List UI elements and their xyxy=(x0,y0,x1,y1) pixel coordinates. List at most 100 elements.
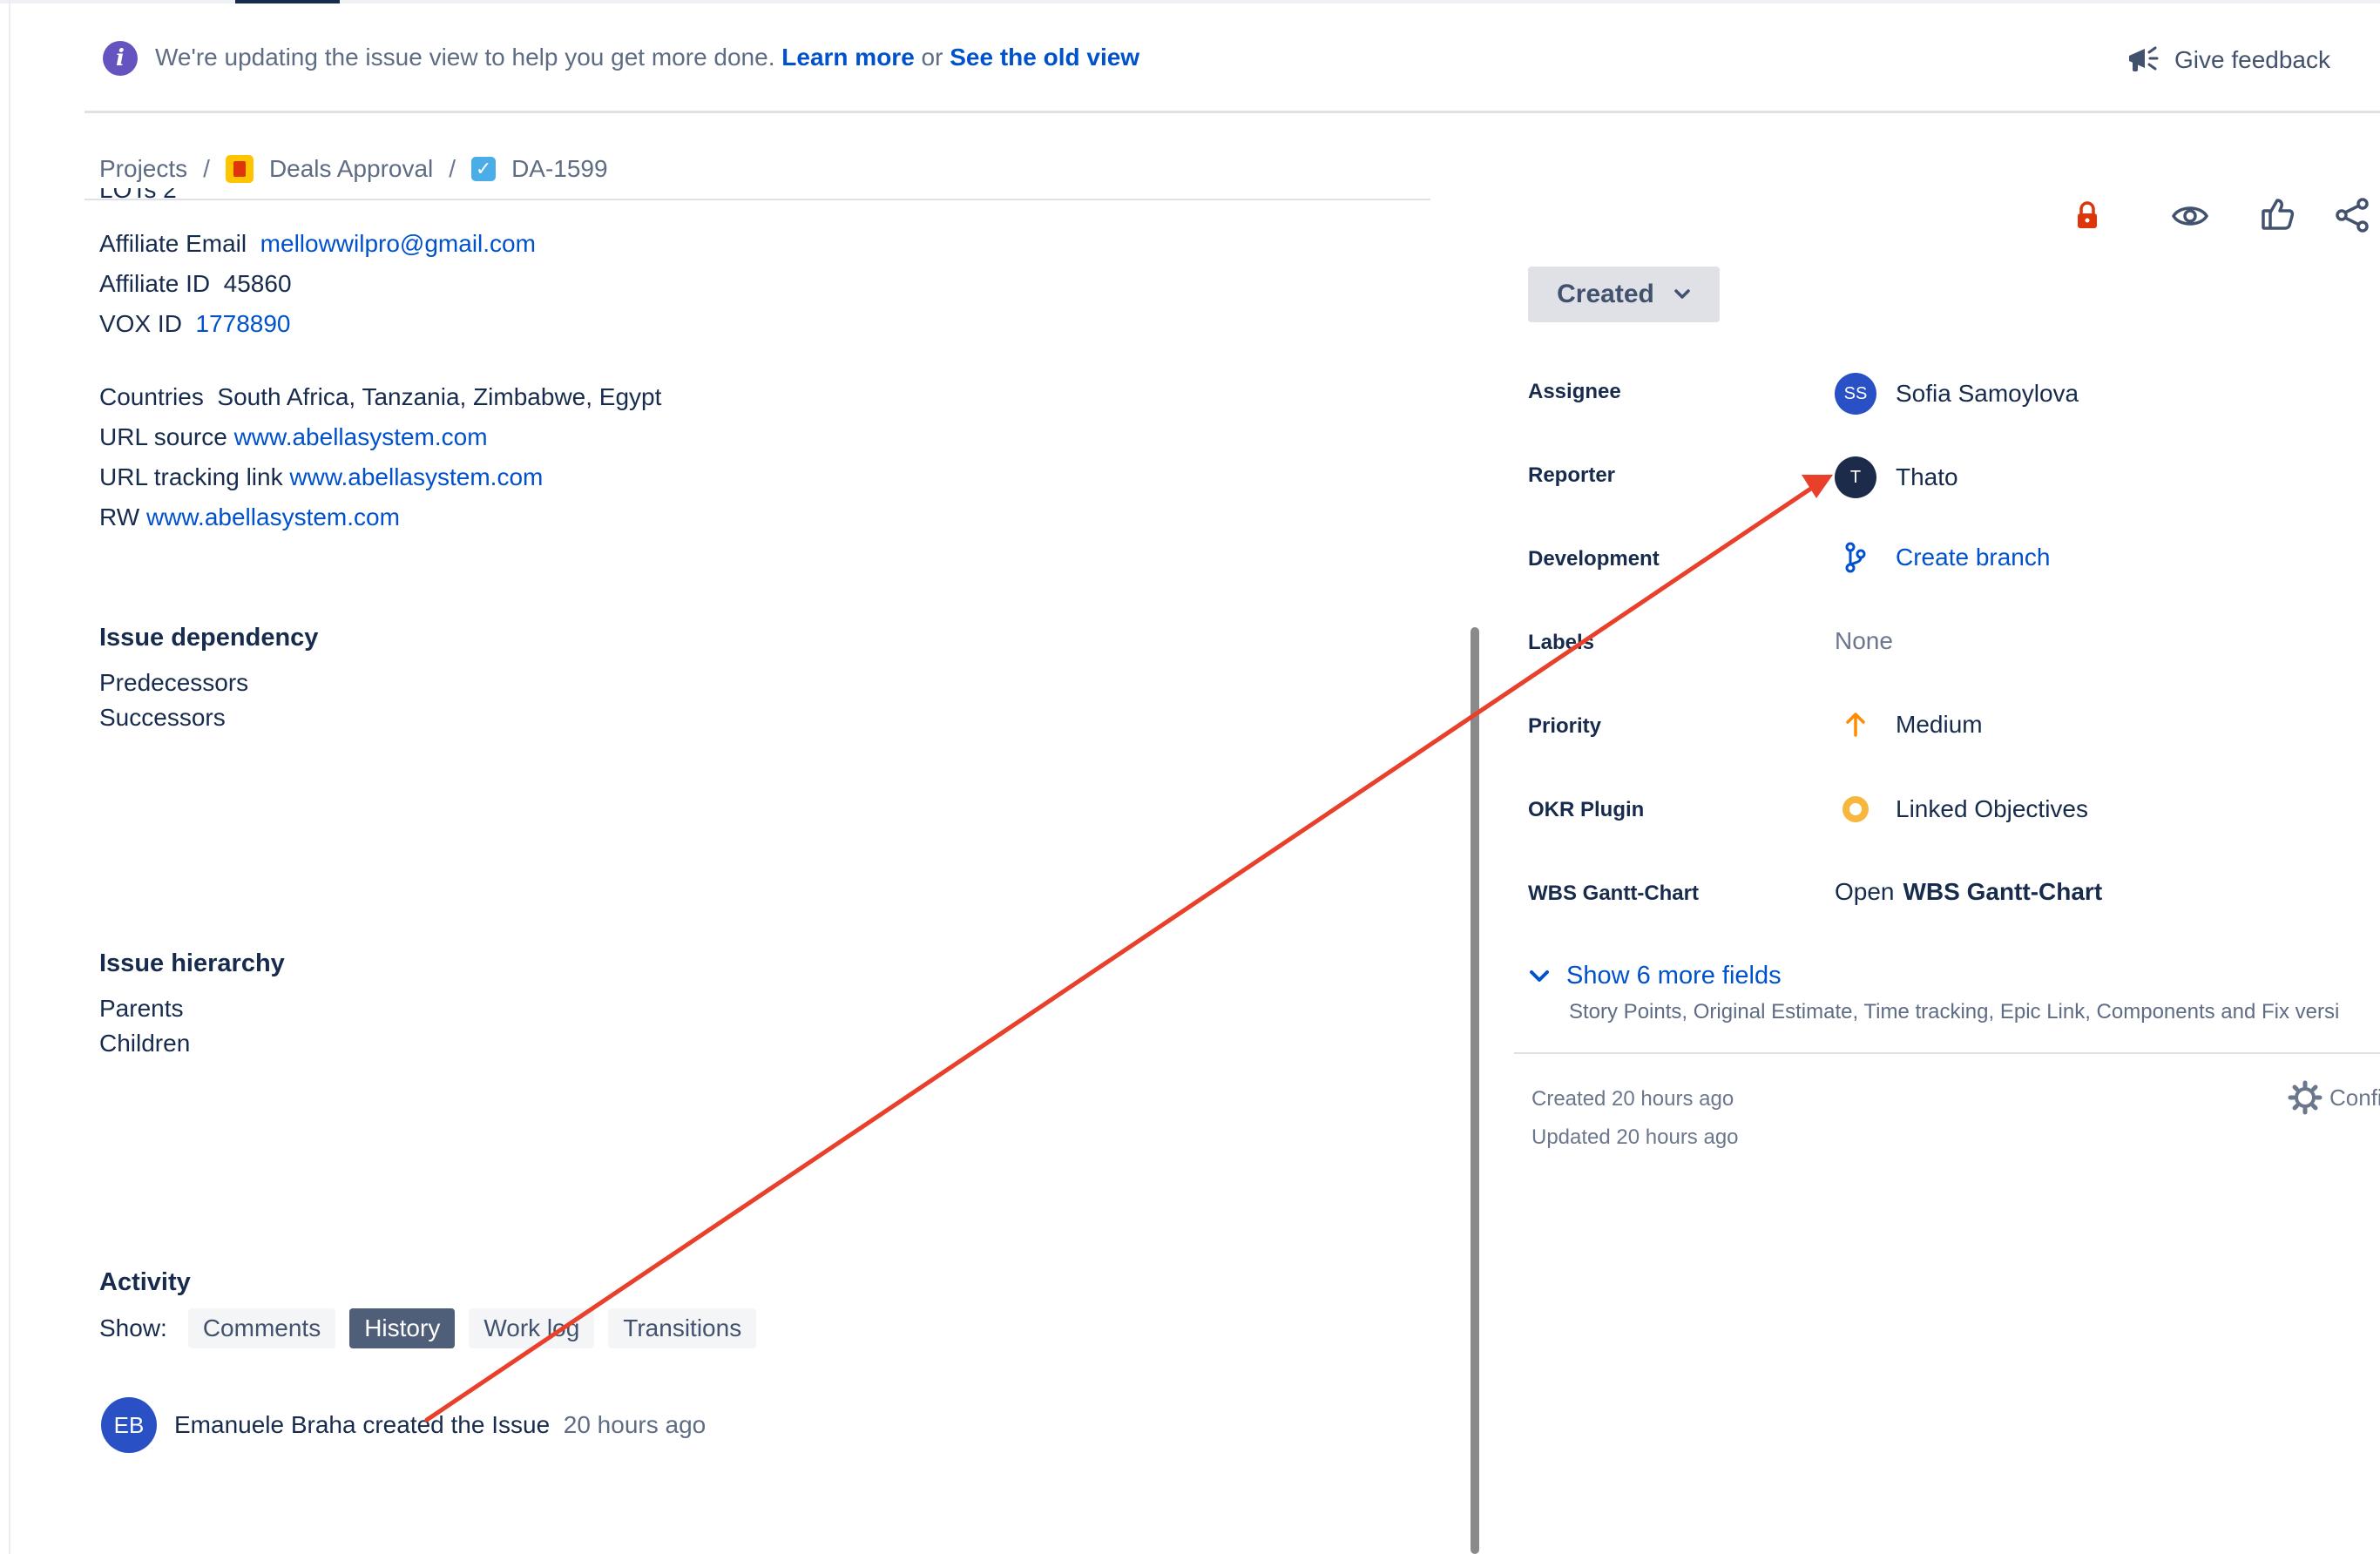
details-divider xyxy=(1514,1052,2380,1054)
give-feedback-label: Give feedback xyxy=(2174,46,2330,73)
tab-transitions[interactable]: Transitions xyxy=(608,1308,757,1348)
priority-value[interactable]: Medium xyxy=(1835,707,1983,742)
created-timestamp: Created 20 hours ago xyxy=(1531,1087,1734,1111)
labels-value[interactable]: None xyxy=(1835,627,1893,655)
breadcrumb-project[interactable]: Deals Approval xyxy=(269,155,433,183)
issue-dependency-title: Issue dependency xyxy=(99,624,319,652)
wbs-gantt-name: WBS Gantt-Chart xyxy=(1903,878,2103,905)
give-feedback-button[interactable]: Give feedback xyxy=(2126,44,2330,77)
avatar: SS xyxy=(1835,373,1876,415)
activity-title: Activity xyxy=(99,1268,191,1296)
old-view-link[interactable]: See the old view xyxy=(950,44,1139,71)
gear-icon xyxy=(2288,1080,2323,1115)
okr-plugin-value[interactable]: Linked Objectives xyxy=(1835,791,2088,828)
tab-history[interactable]: History xyxy=(349,1308,456,1348)
breadcrumb-separator: / xyxy=(203,155,210,182)
rw-label: RW xyxy=(99,503,140,530)
countries-label: Countries xyxy=(99,383,204,410)
url-tracking-label: URL tracking link xyxy=(99,463,283,490)
share-icon[interactable] xyxy=(2335,197,2370,233)
affiliate-email-label: Affiliate Email xyxy=(99,230,247,257)
affiliate-email-row: Affiliate Email mellowwilpro@gmail.com xyxy=(99,230,536,258)
tab-comments[interactable]: Comments xyxy=(187,1308,336,1348)
priority-name: Medium xyxy=(1896,711,1983,738)
history-object: Issue xyxy=(491,1411,551,1438)
children-label: Children xyxy=(99,1030,191,1057)
show-more-fields-button[interactable]: Show 6 more fields xyxy=(1528,962,1782,990)
reporter-value[interactable]: T Thato xyxy=(1835,456,1958,498)
activity-show-label: Show: xyxy=(99,1314,167,1341)
banner-message: We're updating the issue view to help yo… xyxy=(155,44,775,71)
vox-id-label: VOX ID xyxy=(99,310,182,337)
breadcrumb-issue-key[interactable]: DA-1599 xyxy=(511,155,608,183)
predecessors-label: Predecessors xyxy=(99,669,249,696)
parents-label: Parents xyxy=(99,995,184,1022)
wbs-gantt-prefix: Open xyxy=(1835,878,1895,905)
watch-eye-icon[interactable] xyxy=(2171,199,2209,233)
target-ring-icon xyxy=(1842,796,1869,822)
avatar[interactable]: EB xyxy=(101,1397,157,1453)
breadcrumb-divider xyxy=(85,199,1430,200)
vox-id-link[interactable]: 1778890 xyxy=(195,310,290,337)
url-source-label: URL source xyxy=(99,423,227,450)
panel-scrollbar[interactable] xyxy=(1471,627,1479,1554)
countries-value: South Africa, Tanzania, Zimbabwe, Egypt xyxy=(217,383,662,410)
assignee-name: Sofia Samoylova xyxy=(1896,380,2079,407)
okr-plugin-name: Linked Objectives xyxy=(1896,795,2089,822)
task-checkbox-icon: ✓ xyxy=(471,157,497,181)
url-tracking-link[interactable]: www.abellasystem.com xyxy=(289,463,543,490)
affiliate-id-value: 45860 xyxy=(223,270,292,297)
wbs-gantt-value[interactable]: Open WBS Gantt-Chart xyxy=(1835,878,2102,906)
url-tracking-row: URL tracking link www.abellasystem.com xyxy=(99,463,543,491)
breadcrumb: Projects / Deals Approval / ✓ DA-1599 xyxy=(99,155,608,183)
assignee-value[interactable]: SS Sofia Samoylova xyxy=(1835,373,2079,415)
chevron-down-icon xyxy=(1674,289,1690,299)
banner-divider xyxy=(85,111,2380,113)
update-banner: We're updating the issue view to help yo… xyxy=(155,44,1139,71)
history-user[interactable]: Emanuele Braha xyxy=(174,1411,356,1438)
development-label: Development xyxy=(1528,547,1660,571)
rw-row: RW www.abellasystem.com xyxy=(99,503,400,531)
updated-timestamp: Updated 20 hours ago xyxy=(1531,1125,1739,1149)
tab-work-log[interactable]: Work log xyxy=(469,1308,595,1348)
okr-plugin-label: OKR Plugin xyxy=(1528,798,1645,821)
wbs-gantt-label: WBS Gantt-Chart xyxy=(1528,882,1699,905)
status-label: Created xyxy=(1557,280,1654,308)
reporter-label: Reporter xyxy=(1528,463,1616,487)
labels-label: Labels xyxy=(1528,631,1595,654)
more-fields-list: Story Points, Original Estimate, Time tr… xyxy=(1569,1000,2340,1024)
megaphone-icon xyxy=(2129,46,2159,71)
affiliate-email-link[interactable]: mellowwilpro@gmail.com xyxy=(260,230,536,257)
avatar: T xyxy=(1835,456,1876,498)
description-clipped-line: LOTs 2 xyxy=(99,188,177,203)
show-more-fields-label: Show 6 more fields xyxy=(1566,962,1782,990)
top-tab-indicator xyxy=(235,0,340,3)
lock-icon[interactable] xyxy=(2070,199,2105,233)
breadcrumb-projects[interactable]: Projects xyxy=(99,155,187,183)
issue-hierarchy-title: Issue hierarchy xyxy=(99,949,285,977)
configure-button[interactable]: Confi xyxy=(2288,1080,2380,1115)
vox-id-row: VOX ID 1778890 xyxy=(99,310,291,338)
rw-link[interactable]: www.abellasystem.com xyxy=(146,503,400,530)
info-icon: i xyxy=(103,41,138,76)
history-entry: EB Emanuele Braha created the Issue 20 h… xyxy=(101,1397,706,1453)
breadcrumb-separator: / xyxy=(449,155,456,182)
history-action: created the xyxy=(362,1411,485,1438)
top-bar xyxy=(0,0,2380,3)
arrow-up-icon xyxy=(1846,713,1865,737)
countries-row: Countries South Africa, Tanzania, Zimbab… xyxy=(99,383,661,411)
url-source-link[interactable]: www.abellasystem.com xyxy=(234,423,488,450)
url-source-row: URL source www.abellasystem.com xyxy=(99,423,488,451)
assignee-label: Assignee xyxy=(1528,380,1621,403)
left-edge xyxy=(9,0,10,1554)
affiliate-id-label: Affiliate ID xyxy=(99,270,211,297)
thumbs-up-icon[interactable] xyxy=(2260,195,2296,233)
configure-label: Confi xyxy=(2329,1084,2380,1111)
chevron-down-icon xyxy=(1530,970,1549,982)
reporter-name: Thato xyxy=(1896,463,1958,490)
project-icon xyxy=(225,155,254,183)
create-branch-link[interactable]: Create branch xyxy=(1835,540,2050,575)
status-dropdown[interactable]: Created xyxy=(1528,267,1720,322)
branch-icon xyxy=(1845,542,1866,573)
learn-more-link[interactable]: Learn more xyxy=(781,44,915,71)
